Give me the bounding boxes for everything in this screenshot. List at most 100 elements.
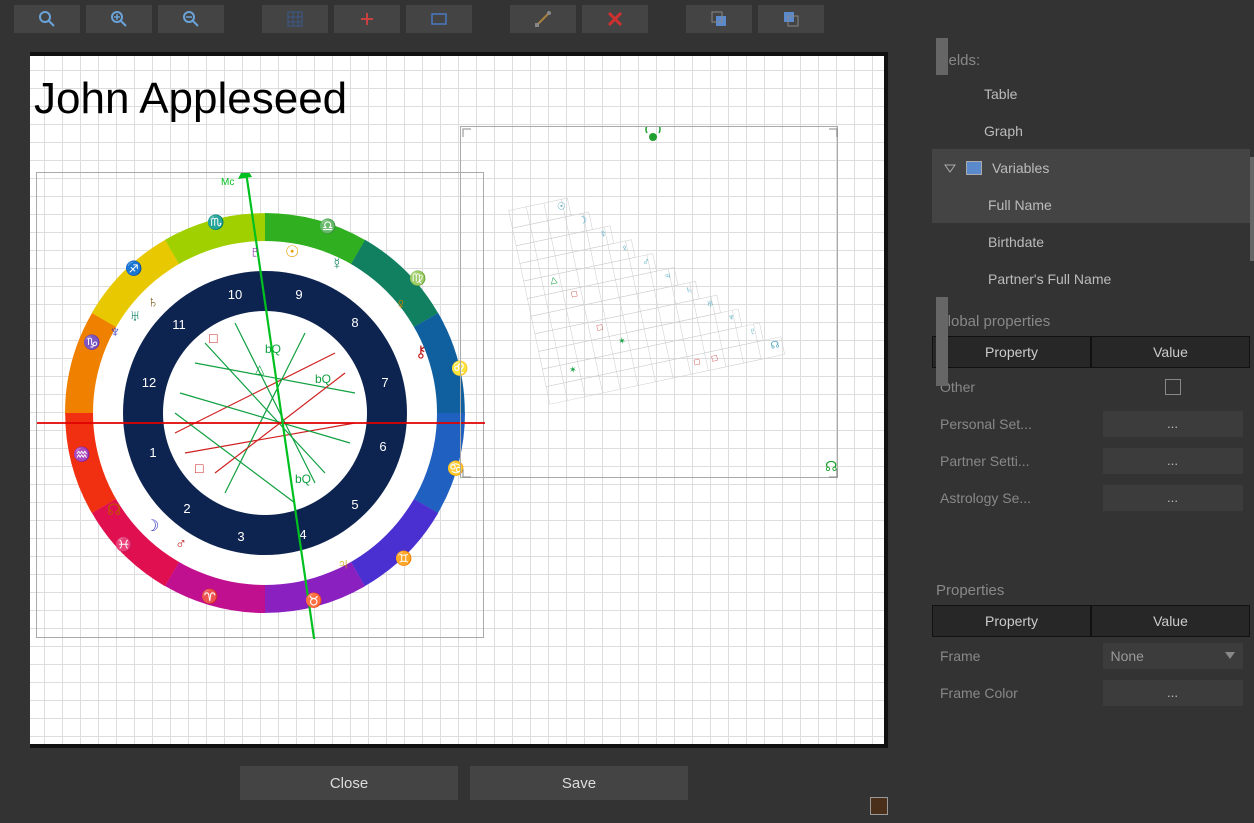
svg-text:☊: ☊ [107, 502, 121, 519]
svg-text:♄: ♄ [684, 284, 694, 296]
ellipsis-button[interactable]: ... [1103, 680, 1243, 706]
svg-text:3: 3 [237, 529, 244, 544]
tree-item-graph[interactable]: Graph [932, 112, 1250, 149]
svg-text:♄: ♄ [147, 294, 159, 311]
svg-text:□: □ [195, 460, 204, 476]
svg-text:6: 6 [379, 439, 386, 454]
svg-text:2: 2 [183, 501, 190, 516]
delete-button[interactable] [582, 5, 648, 33]
front-icon [710, 10, 728, 28]
tree-item-variables[interactable]: Variables [932, 149, 1250, 186]
svg-text:bQ: bQ [295, 472, 311, 486]
zoom-fit-button[interactable] [14, 5, 80, 33]
add-button[interactable] [334, 5, 400, 33]
magnifier-icon [38, 10, 56, 28]
svg-text:♀: ♀ [395, 296, 407, 313]
svg-text:♈: ♈ [201, 588, 218, 605]
svg-text:♃: ♃ [337, 556, 349, 573]
chart-title[interactable]: John Appleseed [34, 74, 347, 124]
svg-text:☿: ☿ [331, 256, 343, 273]
toolbar [0, 0, 1254, 38]
canvas-wrap: John Appleseed [0, 38, 930, 823]
expand-icon[interactable] [944, 162, 956, 174]
tree-item-fullname[interactable]: Full Name [932, 186, 1250, 223]
svg-text:△: △ [549, 274, 558, 285]
dialog-buttons: Close Save [30, 766, 928, 800]
tools-icon [534, 10, 552, 28]
checkbox[interactable] [1165, 379, 1181, 395]
tree-item-table[interactable]: Table [932, 75, 1250, 112]
svg-text:✶: ✶ [617, 335, 626, 346]
prop-row-other[interactable]: Other [932, 368, 1250, 405]
svg-text:☉: ☉ [285, 244, 299, 261]
frame-button[interactable] [406, 5, 472, 33]
svg-text:12: 12 [142, 375, 156, 390]
plus-icon [360, 12, 374, 26]
svg-text:⚷: ⚷ [415, 344, 427, 361]
svg-text:♃: ♃ [663, 270, 673, 282]
svg-text:♇: ♇ [249, 244, 261, 261]
props-label: Properties [932, 572, 1250, 605]
svg-text:8: 8 [351, 315, 358, 330]
svg-text:□: □ [570, 288, 578, 299]
tree-item-partner-name[interactable]: Partner's Full Name [932, 260, 1250, 297]
svg-text:♂: ♂ [175, 536, 187, 553]
design-canvas[interactable]: John Appleseed [30, 52, 888, 748]
svg-text:♅: ♅ [705, 298, 715, 310]
svg-text:□: □ [693, 356, 701, 367]
svg-text:1: 1 [149, 445, 156, 460]
props-section: Properties Property Value Frame None [932, 572, 1250, 821]
aspect-grid-svg: △ □ □ ✶ □ □ ✶ ☉ ☽ ☿ ♀ [461, 127, 839, 479]
svg-text:☿: ☿ [599, 229, 609, 241]
svg-text:11: 11 [172, 317, 186, 332]
svg-text:♀: ♀ [620, 243, 630, 255]
svg-text:✶: ✶ [568, 364, 577, 375]
aspect-grid-frame[interactable]: △ □ □ ✶ □ □ ✶ ☉ ☽ ☿ ♀ [460, 126, 838, 478]
svg-text:♆: ♆ [109, 324, 121, 341]
svg-text:♉: ♉ [305, 592, 322, 609]
color-swatch[interactable] [870, 797, 888, 815]
tree-item-birthdate[interactable]: Birthdate [932, 223, 1250, 260]
svg-text:9: 9 [295, 287, 302, 302]
natal-chart-svg: 1 2 3 4 5 6 7 8 9 10 11 12 [37, 173, 485, 639]
ellipsis-button[interactable]: ... [1103, 448, 1243, 474]
zoom-out-icon [182, 10, 200, 28]
grid-button[interactable] [262, 5, 328, 33]
fields-section: Fields: Table Graph Variables Full Name … [932, 42, 1250, 297]
prop-row-frame-color[interactable]: Frame Color ... [932, 674, 1250, 711]
svg-text:♏: ♏ [207, 214, 224, 231]
prop-row-personal[interactable]: Personal Set... ... [932, 405, 1250, 442]
zoom-in-button[interactable] [86, 5, 152, 33]
ellipsis-button[interactable]: ... [1103, 411, 1243, 437]
zoom-in-icon [110, 10, 128, 28]
props-header: Property Value [932, 605, 1250, 637]
svg-text:♐: ♐ [125, 260, 142, 277]
svg-text:□: □ [711, 352, 719, 363]
natal-chart-frame[interactable]: 1 2 3 4 5 6 7 8 9 10 11 12 [36, 172, 484, 638]
send-back-button[interactable] [758, 5, 824, 33]
svg-text:bQ: bQ [315, 372, 331, 386]
svg-text:♑: ♑ [83, 334, 100, 351]
chevron-down-icon [1225, 652, 1235, 659]
frame-combo[interactable]: None [1103, 643, 1243, 669]
svg-text:♅: ♅ [129, 308, 141, 325]
close-button[interactable]: Close [240, 766, 458, 800]
svg-text:☽: ☽ [145, 518, 159, 535]
prop-row-frame[interactable]: Frame None [932, 637, 1250, 674]
tools-button[interactable] [510, 5, 576, 33]
prop-row-astrology[interactable]: Astrology Se... ... [932, 479, 1250, 516]
zoom-out-button[interactable] [158, 5, 224, 33]
fields-scrollbar[interactable] [1250, 157, 1254, 261]
svg-text:□: □ [596, 322, 604, 333]
frame-icon [431, 13, 447, 25]
save-button[interactable]: Save [470, 766, 688, 800]
prop-row-partner[interactable]: Partner Setti... ... [932, 442, 1250, 479]
svg-text:♍: ♍ [409, 270, 426, 287]
right-panel: Fields: Table Graph Variables Full Name … [930, 38, 1254, 823]
bring-front-button[interactable] [686, 5, 752, 33]
svg-text:☊: ☊ [825, 458, 837, 474]
props-grid: Property Value Frame None Frame Color ..… [932, 605, 1250, 821]
grid-icon [287, 11, 303, 27]
ellipsis-button[interactable]: ... [1103, 485, 1243, 511]
svg-text:☊: ☊ [770, 339, 781, 352]
